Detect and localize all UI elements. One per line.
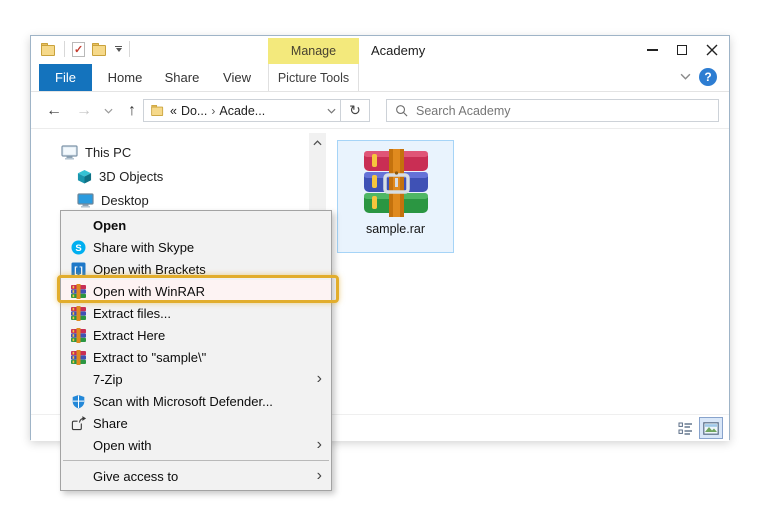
menu-item-7zip[interactable]: 7-Zip › [61,368,331,390]
brackets-icon: [] [70,261,86,277]
skype-icon: S [70,239,86,255]
desktop-icon [77,193,94,208]
sidebar-item-label: 3D Objects [99,169,163,184]
menu-separator [63,460,329,461]
details-view-icon [678,422,693,435]
divider [64,41,65,57]
address-folder-icon [151,105,165,116]
thumbnail-view-icon [703,422,719,435]
winrar-icon [70,349,86,365]
details-view-button[interactable] [673,417,697,439]
file-name-label: sample.rar [366,222,425,236]
close-icon [706,44,718,56]
maximize-button[interactable] [667,36,697,64]
breadcrumb-parent[interactable]: Do... [181,104,207,118]
submenu-arrow-icon: › [317,371,322,387]
customize-quick-access-icon[interactable] [115,46,122,53]
window-folder-icon [41,43,57,56]
menu-item-extract-files[interactable]: Extract files... [61,302,331,324]
breadcrumb-current[interactable]: Acade... [219,104,265,118]
navigation-toolbar: ← → ↑ « Do... › Acade... ↻ [31,92,729,129]
winrar-icon [70,283,86,299]
menu-item-open-with[interactable]: Open with › [61,434,331,456]
window-title: Academy [371,43,425,58]
menu-item-open[interactable]: Open [61,214,331,236]
forward-button: → [71,92,97,129]
sidebar-item-label: This PC [85,145,131,160]
divider [129,41,130,57]
search-placeholder: Search Academy [416,104,511,118]
scroll-up-icon[interactable] [309,136,326,150]
file-sample-rar[interactable]: sample.rar [337,140,454,253]
3d-objects-icon [77,169,92,184]
menu-item-open-with-winrar[interactable]: Open with WinRAR [61,280,331,302]
tab-file[interactable]: File [39,64,92,91]
submenu-arrow-icon: › [317,468,322,484]
properties-icon[interactable] [72,42,85,57]
collapse-ribbon-icon[interactable] [680,73,691,80]
this-pc-icon [61,145,78,160]
winrar-file-icon [360,149,432,217]
new-folder-icon[interactable] [92,43,108,56]
recent-locations-icon[interactable] [99,92,117,129]
menu-item-share-with-skype[interactable]: S Share with Skype [61,236,331,258]
refresh-button[interactable]: ↻ [341,99,370,122]
search-input[interactable]: Search Academy [386,99,719,122]
menu-item-give-access-to[interactable]: Give access to › [61,465,331,487]
tab-view[interactable]: View [213,64,261,91]
defender-shield-icon [70,393,86,409]
help-button[interactable]: ? [699,68,717,86]
svg-text:[]: [] [73,266,84,276]
title-bar: Manage Academy [31,36,729,64]
sidebar-item-desktop[interactable]: Desktop [77,191,149,209]
close-button[interactable] [697,36,727,64]
address-bar[interactable]: « Do... › Acade... ↻ [143,99,370,122]
menu-item-open-with-brackets[interactable]: [] Open with Brackets [61,258,331,280]
tab-picture-tools[interactable]: Picture Tools [268,64,359,91]
sidebar-item-this-pc[interactable]: This PC [61,143,131,161]
menu-item-extract-to-sample[interactable]: Extract to "sample\" [61,346,331,368]
tab-share[interactable]: Share [157,64,207,91]
breadcrumb-separator[interactable]: › [211,104,215,118]
address-dropdown-icon[interactable] [327,108,336,114]
share-icon [70,415,86,431]
menu-item-extract-here[interactable]: Extract Here [61,324,331,346]
up-button[interactable]: ↑ [119,92,145,129]
menu-item-share[interactable]: Share [61,412,331,434]
thumbnail-view-button[interactable] [699,417,723,439]
tab-home[interactable]: Home [99,64,151,91]
context-menu: Open S Share with Skype [] Open with Bra… [60,210,332,491]
ribbon-tab-row: File Home Share View Picture Tools ? [31,64,729,92]
quick-access-toolbar [41,41,130,57]
winrar-icon [70,327,86,343]
window-controls [637,36,727,64]
sidebar-item-label: Desktop [101,193,149,208]
minimize-button[interactable] [637,36,667,64]
menu-item-scan-with-defender[interactable]: Scan with Microsoft Defender... [61,390,331,412]
back-button[interactable]: ← [41,92,67,129]
svg-text:S: S [75,243,81,254]
breadcrumb-overflow[interactable]: « [170,104,177,118]
winrar-icon [70,305,86,321]
manage-contextual-tab[interactable]: Manage [268,38,359,64]
sidebar-item-3d-objects[interactable]: 3D Objects [77,167,163,185]
search-icon [395,104,408,117]
submenu-arrow-icon: › [317,437,322,453]
